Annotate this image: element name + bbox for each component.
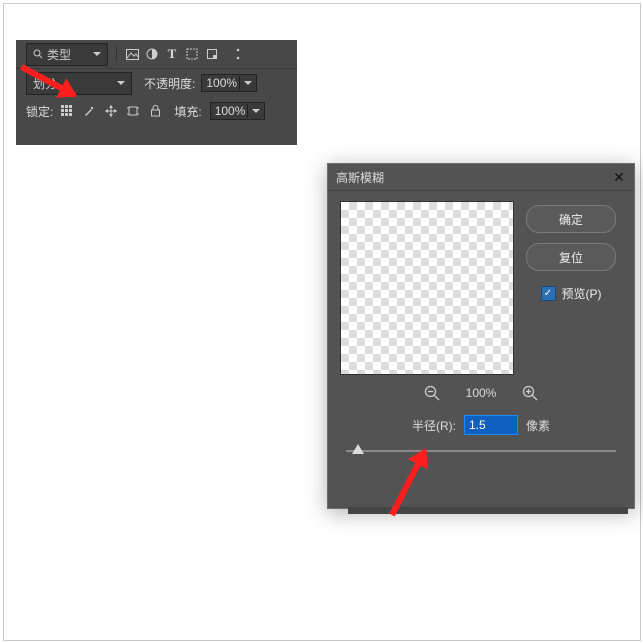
lock-all-icon[interactable] bbox=[148, 104, 162, 118]
dialog-side: 确定 复位 ✓ 预览(P) bbox=[526, 201, 616, 375]
text-icon[interactable]: T bbox=[165, 47, 179, 61]
ok-button[interactable]: 确定 bbox=[526, 205, 616, 233]
smartobject-icon[interactable] bbox=[205, 47, 219, 61]
lock-fill-row: 锁定: 填充: 100% bbox=[16, 97, 297, 125]
radius-slider[interactable] bbox=[346, 443, 616, 459]
opacity-value: 100% bbox=[206, 76, 237, 90]
radius-label: 半径(R): bbox=[412, 417, 456, 434]
layers-filter-row: 类型 T bbox=[16, 40, 297, 69]
slider-thumb-icon[interactable] bbox=[352, 444, 364, 454]
zoom-value: 100% bbox=[466, 386, 497, 400]
lock-brush-icon[interactable] bbox=[82, 104, 96, 118]
divider bbox=[116, 46, 117, 62]
filter-type-select[interactable]: 类型 bbox=[26, 43, 108, 66]
search-icon bbox=[33, 49, 43, 59]
lock-position-icon[interactable] bbox=[104, 104, 118, 118]
preview-checkbox[interactable]: ✓ 预览(P) bbox=[541, 285, 602, 302]
chevron-down-icon bbox=[117, 81, 125, 85]
slider-track bbox=[346, 450, 616, 452]
lock-label: 锁定: bbox=[26, 103, 53, 120]
dialog-body: 确定 复位 ✓ 预览(P) bbox=[328, 191, 634, 379]
dialog-title: 高斯模糊 bbox=[336, 169, 384, 186]
reset-button[interactable]: 复位 bbox=[526, 243, 616, 271]
radius-row: 半径(R): 1.5 像素 bbox=[328, 415, 634, 435]
filter-type-label: 类型 bbox=[47, 46, 71, 63]
overflow-icon[interactable] bbox=[231, 47, 245, 61]
adjustment-icon[interactable] bbox=[145, 47, 159, 61]
opacity-label: 不透明度: bbox=[144, 75, 195, 92]
shape-icon[interactable] bbox=[185, 47, 199, 61]
preview-checkbox-label: 预览(P) bbox=[562, 285, 602, 302]
preview-area[interactable] bbox=[340, 201, 514, 375]
image-filter-icon[interactable] bbox=[125, 47, 139, 61]
radius-input[interactable]: 1.5 bbox=[464, 415, 518, 435]
radius-value: 1.5 bbox=[469, 418, 486, 432]
gaussian-blur-dialog: 高斯模糊 ✕ 确定 复位 ✓ 预览(P) 100% 半径(R): 1.5 像素 bbox=[327, 163, 635, 509]
chevron-down-icon[interactable] bbox=[247, 104, 260, 118]
opacity-value-box[interactable]: 100% bbox=[201, 74, 257, 92]
dialog-titlebar[interactable]: 高斯模糊 ✕ bbox=[328, 164, 634, 191]
radius-unit: 像素 bbox=[526, 417, 550, 434]
checkbox-checkmark-icon: ✓ bbox=[541, 286, 556, 301]
zoom-out-icon[interactable] bbox=[424, 385, 440, 401]
close-icon[interactable]: ✕ bbox=[612, 170, 626, 184]
zoom-row: 100% bbox=[328, 385, 634, 401]
fill-value: 100% bbox=[215, 104, 246, 118]
fill-label: 填充: bbox=[174, 103, 201, 120]
lock-transparency-icon[interactable] bbox=[61, 105, 74, 118]
lock-artboard-icon[interactable] bbox=[126, 104, 140, 118]
chevron-down-icon[interactable] bbox=[239, 76, 252, 90]
zoom-in-icon[interactable] bbox=[522, 385, 538, 401]
fill-value-box[interactable]: 100% bbox=[210, 102, 266, 120]
chevron-down-icon bbox=[93, 52, 101, 56]
